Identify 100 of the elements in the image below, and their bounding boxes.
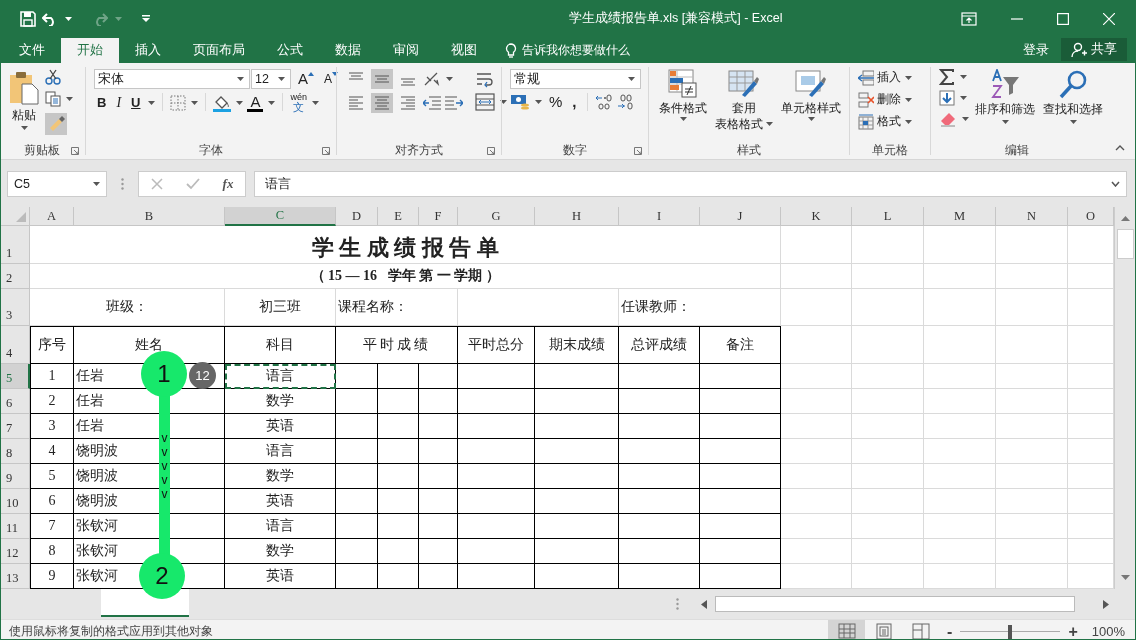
caret-icon[interactable] [65,16,72,21]
dialog-launcher-icon[interactable] [71,147,79,155]
format-painter-icon[interactable] [45,113,67,135]
text-orientation-icon[interactable] [423,71,441,87]
caret-icon[interactable] [237,77,244,81]
find-select-button[interactable]: 查找和选择 [1041,69,1105,141]
column-header[interactable]: B [74,207,225,226]
fill-down-icon[interactable] [939,90,955,106]
dialog-launcher-icon[interactable] [322,147,330,155]
caret-icon[interactable] [278,77,285,81]
caret-icon[interactable] [962,117,969,121]
caret-icon[interactable] [148,101,156,105]
close-icon[interactable] [1103,12,1115,25]
font-color-button[interactable]: A [247,94,264,112]
caret-icon[interactable] [1002,120,1009,124]
row-header[interactable]: 11 [1,514,30,539]
column-header[interactable]: K [781,207,852,226]
copy-icon[interactable] [45,91,61,107]
tell-me-search[interactable]: 告诉我你想要做什么 [493,38,630,63]
customize-icon[interactable] [142,15,150,22]
style-button[interactable]: 条件格式 [657,69,709,141]
row-header[interactable]: 3 [1,289,30,326]
paste-button[interactable]: 粘贴 [7,69,41,141]
column-header[interactable]: N [996,207,1068,226]
row-header[interactable]: 4 [1,326,30,364]
scissors-icon[interactable] [45,69,61,85]
increase-decimal-icon[interactable] [594,94,613,110]
caret-icon[interactable] [312,101,319,105]
italic-button[interactable]: I [113,94,125,112]
caret-icon[interactable] [905,119,912,124]
caret-icon[interactable] [808,117,815,121]
cells-delete-button[interactable]: 删除 [858,91,912,108]
caret-icon[interactable] [500,100,507,104]
font-size-field[interactable]: 12 [251,69,291,89]
zoom-out-button[interactable]: - [939,622,961,639]
dialog-launcher-icon[interactable] [634,147,642,155]
insert-function-button[interactable]: fx [222,175,234,192]
formula-input[interactable]: 语言 [254,170,1127,197]
dialog-launcher-icon[interactable] [487,147,495,155]
zoom-level[interactable]: 100% [1085,624,1135,639]
row-header[interactable]: 13 [1,564,30,589]
caret-icon[interactable] [905,75,912,80]
column-header[interactable]: M [924,207,996,226]
caret-icon[interactable] [236,101,244,105]
row-header[interactable]: 9 [1,464,30,489]
wrap-text-icon[interactable] [475,71,495,89]
decrease-indent-icon[interactable] [423,95,441,111]
caret-icon[interactable] [535,100,542,104]
ribbon-tab[interactable]: 开始 [61,38,119,63]
checkmark-icon[interactable] [185,177,200,190]
eraser-icon[interactable] [939,111,957,127]
phonetic-guide-button[interactable]: wén 文 [290,93,307,113]
column-header[interactable]: H [535,207,619,226]
expand-icon[interactable] [1111,180,1120,187]
slider-thumb[interactable] [1008,624,1013,639]
caret-icon[interactable] [1070,120,1077,124]
ribbon-tab[interactable]: 页面布局 [177,38,261,63]
row-header[interactable]: 10 [1,489,30,514]
increase-indent-icon[interactable] [445,95,463,111]
bold-button[interactable]: B [94,94,110,112]
ribbon-tab[interactable]: 数据 [319,38,377,63]
scroll-up-icon[interactable] [1120,215,1130,221]
caret-icon[interactable] [191,101,199,105]
percent-button[interactable]: % [546,93,566,111]
caret-icon[interactable] [446,77,453,81]
style-button[interactable]: 单元格样式 [779,69,843,141]
sum-icon[interactable] [939,69,955,85]
cells-format-button[interactable]: 格式 [858,113,912,130]
column-header[interactable]: O [1068,207,1114,226]
sort-filter-button[interactable]: 排序和筛选 [973,69,1037,141]
caret-icon[interactable] [66,97,73,101]
grow-font-button[interactable]: A [295,70,317,88]
column-header[interactable]: J [700,207,781,226]
caret-icon[interactable] [766,122,773,126]
column-header[interactable]: F [419,207,458,226]
row-header[interactable]: 2 [1,264,30,289]
vertical-scroll-thumb[interactable] [1116,229,1134,259]
row-header[interactable]: 12 [1,539,30,564]
decrease-decimal-icon[interactable] [616,94,635,110]
ribbon-display-icon[interactable] [961,11,977,26]
row-header[interactable]: 6 [1,389,30,414]
caret-icon[interactable] [960,75,967,79]
style-button[interactable]: 套用 表格格式 [713,69,775,141]
caret-icon[interactable] [628,77,635,81]
caret-icon[interactable] [268,101,276,105]
caret-icon[interactable] [960,96,967,100]
ribbon-tab[interactable]: 视图 [435,38,493,63]
font-name-field[interactable]: 宋体 [94,69,250,89]
column-header[interactable]: G [458,207,535,226]
row-header[interactable]: 1 [1,226,30,264]
ribbon-tab[interactable]: 审阅 [377,38,435,63]
column-header[interactable]: E [378,207,419,226]
collapse-ribbon-icon[interactable] [1115,145,1125,151]
zoom-in-button[interactable]: + [1060,622,1086,639]
maximize-icon[interactable] [1057,12,1069,25]
horizontal-scroll-thumb[interactable] [715,596,1075,612]
share-button[interactable]: 共享 [1061,38,1127,61]
column-header[interactable]: L [852,207,924,226]
comma-style-button[interactable]: , [569,93,580,111]
save-icon[interactable] [20,10,36,27]
